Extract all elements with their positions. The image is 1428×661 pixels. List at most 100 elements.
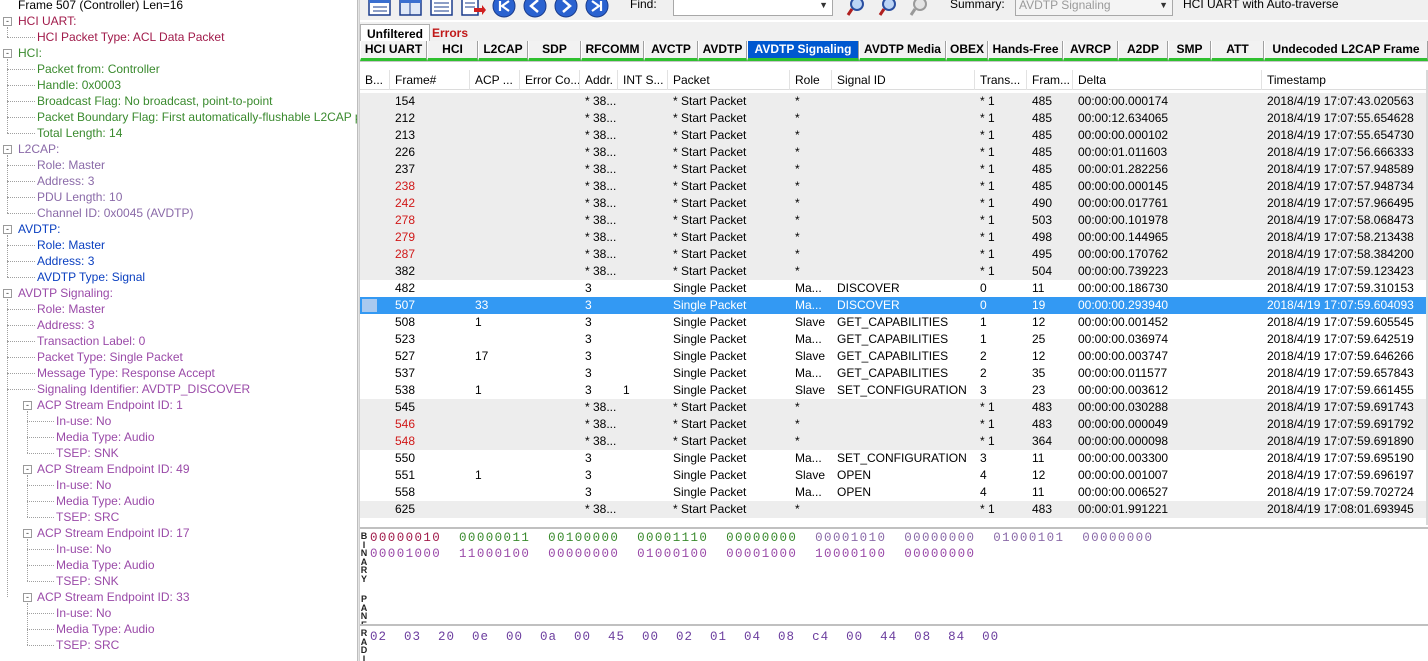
tree-node[interactable]: AVDTP Signaling: (18, 285, 113, 301)
decoder-tree[interactable]: Frame 507 (Controller) Len=16- HCI UART: H… (0, 0, 357, 661)
tab-sdp[interactable]: SDP (528, 41, 581, 61)
go-first-icon[interactable] (491, 0, 517, 18)
tree-node[interactable]: Role: Master (37, 237, 105, 253)
tree-node[interactable]: TSEP: SNK (56, 573, 119, 589)
find-next-icon[interactable] (877, 0, 903, 18)
table-row[interactable]: 507 33 3 Single Packet Ma... DISCOVER 0 19 00:00… (360, 297, 1428, 314)
table-row[interactable]: 551 1 3 Single Packet Slave OPEN 4 12 00:00:00.0… (360, 467, 1428, 484)
table-row[interactable]: 278 * 38... * Start Packet * * 1 503 00:00:00.… (360, 212, 1428, 229)
summary-select[interactable]: AVDTP Signaling ▼ (1015, 0, 1173, 16)
tree-node[interactable]: Media Type: Audio (56, 557, 155, 573)
tree-node[interactable]: ACP Stream Endpoint ID: 1 (37, 397, 183, 413)
tree-node[interactable]: In-use: No (56, 541, 111, 557)
tree-node[interactable]: AVDTP Type: Signal (37, 269, 145, 285)
tree-node[interactable]: Frame 507 (Controller) Len=16 (18, 0, 183, 13)
column-header[interactable]: B... (360, 70, 390, 90)
tree-node[interactable]: Role: Master (37, 157, 105, 173)
tree-node[interactable]: Total Length: 14 (37, 125, 122, 141)
tree-node[interactable]: ACP Stream Endpoint ID: 33 (37, 589, 190, 605)
table-row[interactable]: 548 * 38... * Start Packet * * 1 364 00:00:00.… (360, 433, 1428, 450)
tree-expand-toggle[interactable]: - (3, 145, 12, 154)
tree-node[interactable]: Packet Type: Single Packet (37, 349, 183, 365)
tab-att[interactable]: ATT (1211, 41, 1264, 61)
tab-avctp[interactable]: AVCTP (644, 41, 698, 61)
table-row[interactable]: 527 17 3 Single Packet Slave GET_CAPABILITIES… (360, 348, 1428, 365)
tree-node[interactable]: Media Type: Audio (56, 493, 155, 509)
tab-undecoded-l2cap-frame[interactable]: Undecoded L2CAP Frame (1264, 41, 1428, 61)
tree-node[interactable]: L2CAP: (18, 141, 59, 157)
tab-l2cap[interactable]: L2CAP (478, 41, 528, 61)
tab-avdtp-media[interactable]: AVDTP Media (859, 41, 946, 61)
table-row[interactable]: 537 3 Single Packet Ma... GET_CAPABILITIES 2 3… (360, 365, 1428, 382)
tree-node[interactable]: Packet from: Controller (37, 61, 160, 77)
tree-expand-toggle[interactable]: - (3, 225, 12, 234)
column-header[interactable]: INT S... (618, 70, 668, 90)
tree-node[interactable]: In-use: No (56, 477, 111, 493)
column-header[interactable]: Frame# (390, 70, 470, 90)
pane-view-icon[interactable] (398, 0, 424, 18)
tab-a2dp[interactable]: A2DP (1118, 41, 1168, 61)
tree-node[interactable]: Address: 3 (37, 173, 94, 189)
chevron-down-icon[interactable]: ▼ (819, 0, 828, 15)
column-header[interactable]: Addr. (580, 70, 618, 90)
binary-pane[interactable]: BINARYPANE 00000010 00000011 00100000 00… (360, 527, 1428, 629)
tree-node[interactable]: AVDTP: (18, 221, 60, 237)
tree-expand-toggle[interactable]: - (3, 289, 12, 298)
tree-node[interactable]: Media Type: Audio (56, 429, 155, 445)
tree-expand-toggle[interactable]: - (3, 49, 12, 58)
tab-avdtp-signaling[interactable]: AVDTP Signaling (747, 41, 859, 61)
tree-node[interactable]: ACP Stream Endpoint ID: 49 (37, 461, 190, 477)
table-row[interactable]: 287 * 38... * Start Packet * * 1 495 00:00:00.… (360, 246, 1428, 263)
tree-node[interactable]: Role: Master (37, 301, 105, 317)
tree-node[interactable]: HCI Packet Type: ACL Data Packet (37, 29, 224, 45)
go-prev-icon[interactable] (522, 0, 548, 18)
frame-view-icon[interactable] (367, 0, 393, 18)
table-row[interactable]: 538 1 3 1 Single Packet Slave SET_CONFIGURATIO… (360, 382, 1428, 399)
column-header[interactable]: Timestamp (1262, 70, 1428, 90)
tree-node[interactable]: In-use: No (56, 605, 111, 621)
list-view-icon[interactable] (429, 0, 455, 18)
tab-hci-uart[interactable]: HCI UART (360, 41, 427, 61)
column-header[interactable]: Delta (1073, 70, 1262, 90)
column-header[interactable]: Trans... (975, 70, 1027, 90)
go-next-icon[interactable] (553, 0, 579, 18)
export-icon[interactable] (460, 0, 486, 18)
table-row[interactable]: 212 * 38... * Start Packet * * 1 485 00:00:12.… (360, 110, 1428, 127)
table-row[interactable]: 558 3 Single Packet Ma... OPEN 4 11 00:00:00.00… (360, 484, 1428, 501)
tree-node[interactable]: TSEP: SNK (56, 445, 119, 461)
tree-node[interactable]: Media Type: Audio (56, 621, 155, 637)
tab-obex[interactable]: OBEX (946, 41, 988, 61)
column-header[interactable]: ACP ... (470, 70, 520, 90)
tree-node[interactable]: HCI UART: (18, 13, 76, 29)
tab-unfiltered[interactable]: Unfiltered (360, 24, 431, 42)
table-row[interactable]: 546 * 38... * Start Packet * * 1 483 00:00:00.… (360, 416, 1428, 433)
go-last-icon[interactable] (584, 0, 610, 18)
tree-node[interactable]: PDU Length: 10 (37, 189, 122, 205)
table-row[interactable]: 625 * 38... * Start Packet * * 1 483 00:00:01.… (360, 501, 1428, 518)
tree-node[interactable]: TSEP: SRC (56, 509, 119, 525)
column-header[interactable]: Signal ID (832, 70, 975, 90)
tab-hands-free[interactable]: Hands-Free (988, 41, 1063, 61)
tree-node[interactable]: Packet Boundary Flag: First automaticall… (37, 109, 357, 125)
tab-avrcp[interactable]: AVRCP (1063, 41, 1118, 61)
table-row[interactable]: 545 * 38... * Start Packet * * 1 483 00:00:00.… (360, 399, 1428, 416)
tree-expand-toggle[interactable]: - (23, 401, 32, 410)
table-row[interactable]: 523 3 Single Packet Ma... GET_CAPABILITIES 1 2… (360, 331, 1428, 348)
chevron-down-icon[interactable]: ▼ (1159, 0, 1168, 15)
tree-node[interactable]: Signaling Identifier: AVDTP_DISCOVER (37, 381, 250, 397)
tree-expand-toggle[interactable]: - (3, 17, 12, 26)
table-row[interactable]: 238 * 38... * Start Packet * * 1 485 00:00:00.… (360, 178, 1428, 195)
tree-expand-toggle[interactable]: - (23, 529, 32, 538)
table-row[interactable]: 382 * 38... * Start Packet * * 1 504 00:00:00.… (360, 263, 1428, 280)
tab-avdtp[interactable]: AVDTP (698, 41, 747, 61)
tab-errors[interactable]: Errors (426, 24, 474, 42)
tab-hci[interactable]: HCI (427, 41, 478, 61)
table-row[interactable]: 237 * 38... * Start Packet * * 1 485 00:00:01.… (360, 161, 1428, 178)
table-row[interactable]: 154 * 38... * Start Packet * * 1 485 00:00:00.… (360, 93, 1428, 110)
column-header[interactable]: Packet (668, 70, 790, 90)
table-row[interactable]: 226 * 38... * Start Packet * * 1 485 00:00:01.… (360, 144, 1428, 161)
table-row[interactable]: 279 * 38... * Start Packet * * 1 498 00:00:00.… (360, 229, 1428, 246)
tree-node[interactable]: Address: 3 (37, 317, 94, 333)
tree-node[interactable]: Broadcast Flag: No broadcast, point-to-p… (37, 93, 272, 109)
tree-expand-toggle[interactable]: - (23, 593, 32, 602)
